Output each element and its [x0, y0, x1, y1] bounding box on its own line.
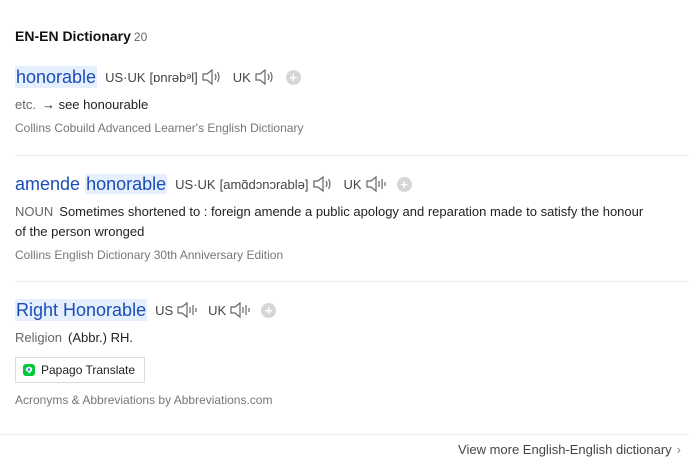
- add-to-wordbook-icon[interactable]: +: [261, 302, 277, 318]
- dictionary-panel: EN-EN Dictionary 20 honorable US·UK [ɒnrə…: [0, 0, 689, 465]
- entry-amende-honorable: amende honorable US·UK [amɑ̃dɔnɔrablə] U…: [15, 173, 689, 262]
- speaker-bars-icon[interactable]: [365, 175, 387, 193]
- entry-head-row: honorable US·UK [ɒnrəbᵊl] UK +: [15, 66, 689, 88]
- dictionary-source[interactable]: Collins English Dictionary 30th Annivers…: [15, 248, 689, 262]
- divider: [15, 281, 689, 282]
- speaker-icon[interactable]: [201, 68, 223, 86]
- chevron-right-icon: ›: [676, 442, 681, 457]
- definition-row: NOUN Sometimes shortened to : foreign ame…: [15, 202, 655, 242]
- dictionary-source[interactable]: Collins Cobuild Advanced Learner's Engli…: [15, 121, 689, 135]
- headword-highlight: honorable: [85, 174, 168, 194]
- us-label: US: [155, 302, 174, 318]
- headword-link[interactable]: amende honorable: [15, 173, 168, 195]
- definition-text: (Abbr.) RH.: [67, 330, 133, 345]
- view-more-label: View more English-English dictionary: [458, 442, 672, 457]
- add-to-wordbook-icon[interactable]: +: [396, 176, 412, 192]
- phonetic: [ɒnrəbᵊl]: [149, 69, 198, 85]
- definition-text: → see honourable: [41, 97, 149, 112]
- definition-row: etc. → see honourable: [15, 95, 655, 115]
- speaker-icon[interactable]: [312, 175, 334, 193]
- uk-label: UK: [343, 176, 362, 192]
- papago-translate-label: Papago Translate: [41, 363, 136, 377]
- section-title: EN-EN Dictionary: [15, 28, 131, 44]
- speaker-bars-icon[interactable]: [176, 301, 198, 319]
- headword-part: amende: [15, 174, 81, 194]
- entry-head-row: amende honorable US·UK [amɑ̃dɔnɔrablə] U…: [15, 173, 689, 195]
- definition-text: Sometimes shortened to : foreign amende …: [15, 204, 644, 239]
- papago-translate-button[interactable]: Papago Translate: [15, 357, 146, 383]
- divider: [15, 155, 689, 156]
- entry-right-honorable: Right Honorable US UK + Religion (Abbr.) …: [15, 299, 689, 407]
- headword-link[interactable]: Right Honorable: [15, 299, 148, 321]
- phonetic: [amɑ̃dɔnɔrablə]: [219, 176, 309, 192]
- papago-icon: [23, 364, 35, 376]
- us-uk-label: US·UK: [175, 176, 216, 192]
- dictionary-source[interactable]: Acronyms & Abbreviations by Abbreviation…: [15, 393, 689, 407]
- divider: [0, 434, 689, 435]
- part-of-speech: NOUN: [15, 204, 54, 219]
- entry-honorable: honorable US·UK [ɒnrəbᵊl] UK + etc. → see…: [15, 66, 689, 135]
- definition-row: Religion (Abbr.) RH.: [15, 328, 655, 348]
- uk-label: UK: [208, 302, 227, 318]
- result-count: 20: [133, 30, 148, 44]
- uk-label: UK: [232, 69, 251, 85]
- part-of-speech: etc.: [15, 97, 36, 112]
- add-to-wordbook-icon[interactable]: +: [285, 69, 301, 85]
- speaker-icon[interactable]: [254, 68, 276, 86]
- us-uk-label: US·UK: [105, 69, 146, 85]
- entry-head-row: Right Honorable US UK +: [15, 299, 689, 321]
- part-of-speech: Religion: [15, 330, 62, 345]
- view-more-link[interactable]: View more English-English dictionary ›: [458, 442, 681, 457]
- speaker-bars-icon[interactable]: [229, 301, 251, 319]
- section-header: EN-EN Dictionary 20: [15, 28, 147, 44]
- headword-link[interactable]: honorable: [15, 66, 98, 88]
